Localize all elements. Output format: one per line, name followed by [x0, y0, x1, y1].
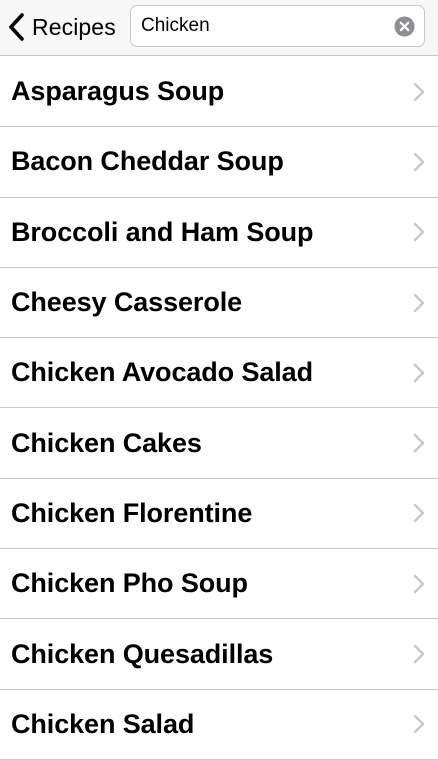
list-item[interactable]: Cheesy Casserole [0, 268, 438, 339]
search-input[interactable] [131, 6, 394, 46]
list-item-label: Cheesy Casserole [11, 287, 243, 318]
chevron-right-icon [413, 363, 425, 383]
list-item-label: Asparagus Soup [11, 76, 225, 107]
clear-icon[interactable] [394, 16, 415, 37]
back-button-label: Recipes [32, 13, 116, 40]
list-item-label: Bacon Cheddar Soup [11, 146, 284, 177]
list-item[interactable]: Bacon Cheddar Soup [0, 127, 438, 198]
list-item-label: Chicken Cakes [11, 427, 202, 458]
list-item[interactable]: Chicken Cakes [0, 408, 438, 479]
chevron-left-icon [9, 13, 24, 41]
list-item[interactable]: Chicken Avocado Salad [0, 338, 438, 409]
chevron-right-icon [413, 223, 425, 242]
chevron-right-icon [413, 644, 425, 664]
chevron-right-icon [413, 433, 425, 453]
list-item[interactable]: Chicken Quesadillas [0, 619, 438, 690]
list-item-label: Chicken Avocado Salad [11, 357, 313, 388]
list-item[interactable]: Chicken Salad [0, 690, 438, 760]
list-item[interactable]: Chicken Pho Soup [0, 549, 438, 620]
chevron-right-icon [413, 574, 425, 593]
list-item[interactable]: Broccoli and Ham Soup [0, 198, 438, 268]
chevron-right-icon [413, 293, 425, 312]
list-item[interactable]: Chicken Florentine [0, 479, 438, 550]
list-item[interactable]: Asparagus Soup [0, 57, 438, 128]
list-item-label: Chicken Florentine [11, 497, 253, 528]
list-item-label: Chicken Quesadillas [11, 638, 274, 669]
chevron-right-icon [413, 152, 425, 172]
list-item-label: Chicken Pho Soup [11, 568, 248, 599]
list-item-label: Chicken Salad [11, 708, 195, 739]
chevron-right-icon [413, 82, 425, 101]
list-item-label: Broccoli and Ham Soup [11, 216, 314, 247]
recipe-list: Asparagus Soup Bacon Cheddar Soup Brocco… [0, 57, 438, 760]
search-field[interactable] [130, 5, 425, 47]
chevron-right-icon [413, 715, 425, 734]
navigation-bar: Recipes [0, 0, 438, 56]
chevron-right-icon [413, 504, 425, 523]
back-button[interactable]: Recipes [6, 9, 116, 45]
